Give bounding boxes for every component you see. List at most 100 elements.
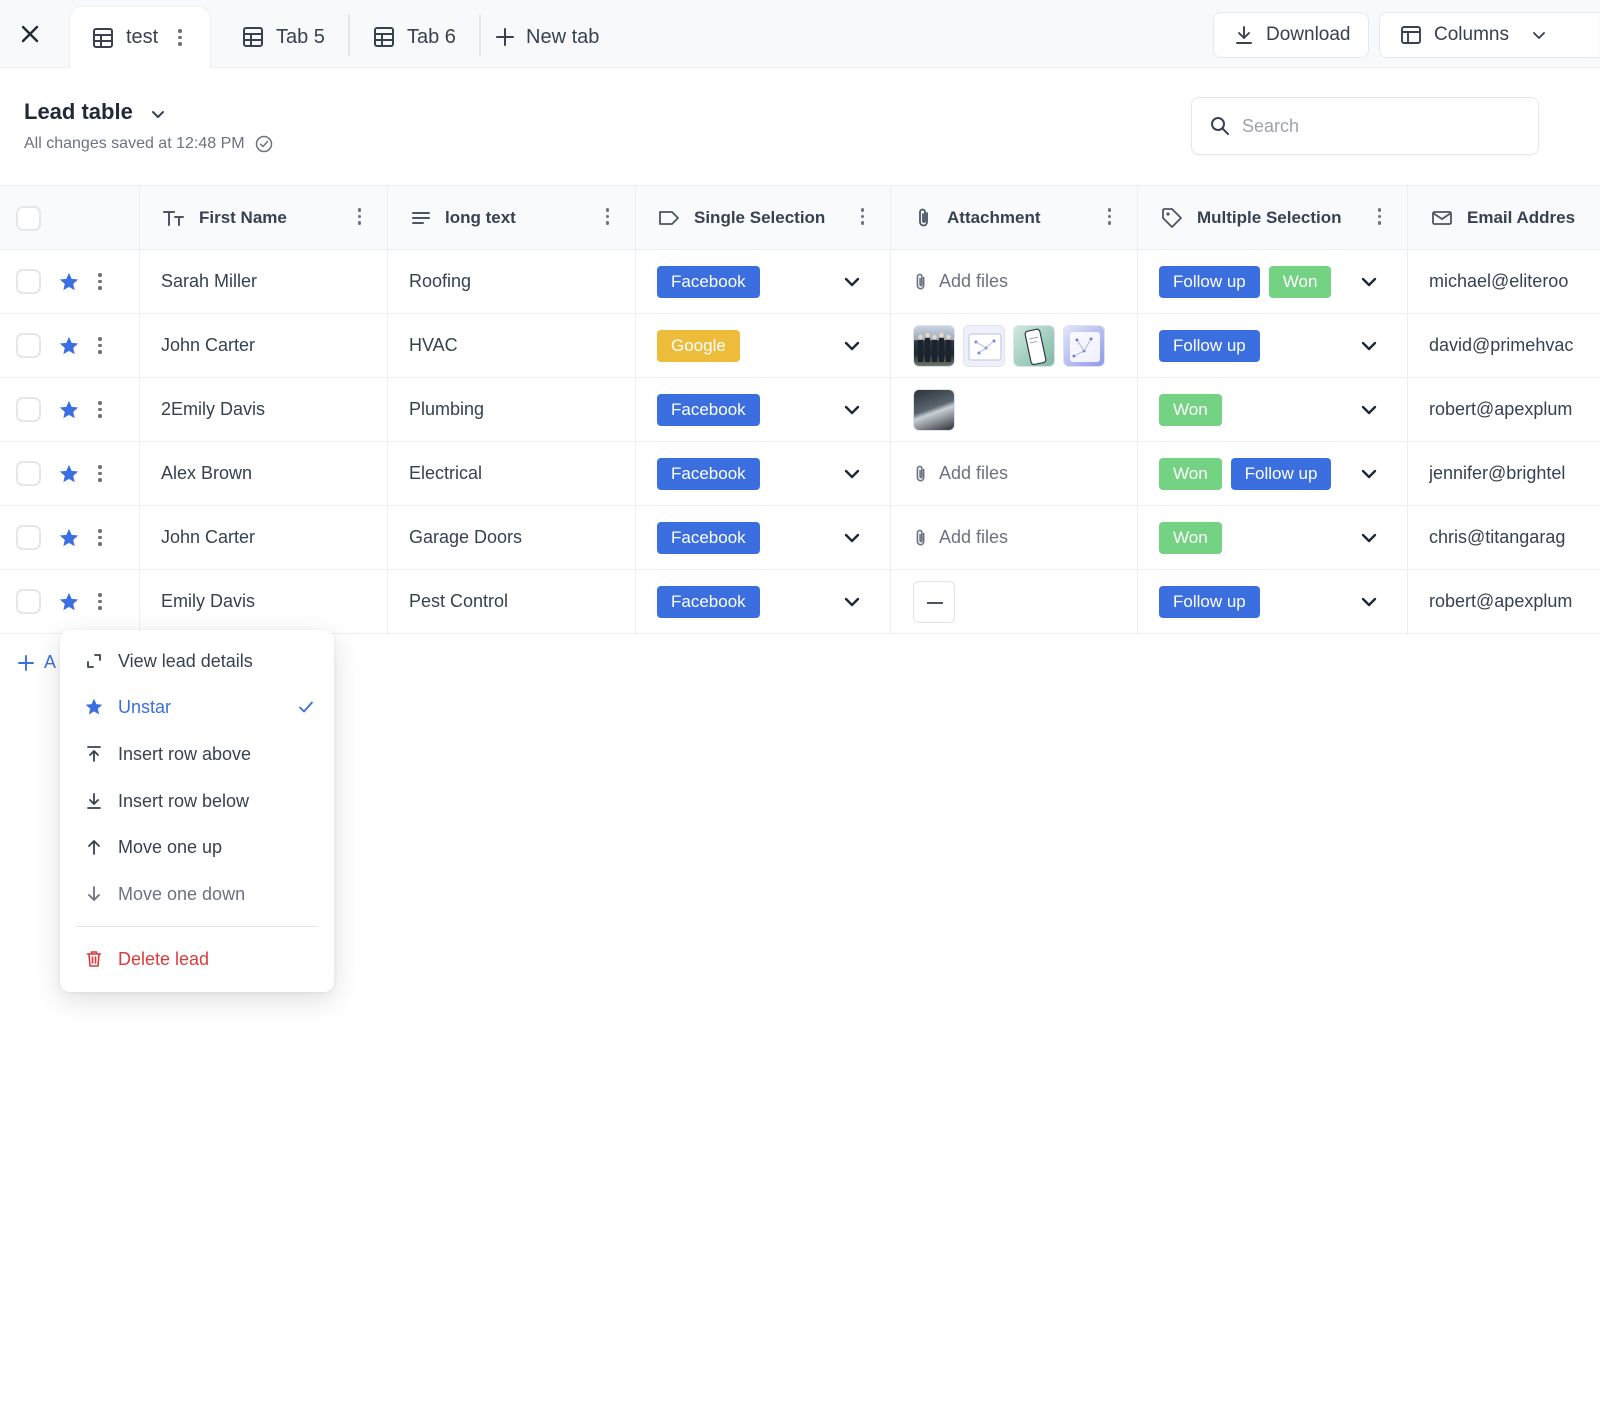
- star-icon[interactable]: [58, 570, 80, 633]
- selection-pill[interactable]: Facebook: [657, 457, 760, 490]
- column-menu-icon[interactable]: [357, 208, 361, 225]
- new-tab-button[interactable]: New tab: [496, 6, 599, 68]
- email-cell[interactable]: jennifer@brightel: [1429, 442, 1600, 505]
- attachment-thumbnail[interactable]: [913, 388, 955, 431]
- selection-pill[interactable]: Facebook: [657, 393, 760, 426]
- tab-menu-icon[interactable]: [178, 29, 182, 46]
- table-row[interactable]: John Carter HVAC Google Follow up david@…: [0, 314, 1600, 378]
- menu-item-insert-row-above[interactable]: Insert row above: [84, 737, 314, 771]
- row-checkbox[interactable]: [16, 269, 41, 294]
- multiple-selection-cell[interactable]: Won Follow up: [1159, 442, 1332, 505]
- long-text-cell[interactable]: HVAC: [409, 314, 458, 377]
- row-menu-icon[interactable]: [98, 570, 102, 633]
- menu-item-unstar[interactable]: Unstar: [84, 690, 314, 724]
- table-row[interactable]: Emily Davis Pest Control Facebook Follow…: [0, 570, 1600, 634]
- star-icon[interactable]: [58, 378, 80, 441]
- menu-item-move-one-down[interactable]: Move one down: [84, 877, 314, 911]
- column-header-single-selection[interactable]: Single Selection: [658, 186, 890, 250]
- first-name-cell[interactable]: 2Emily Davis: [161, 378, 265, 441]
- multiple-selection-cell[interactable]: Follow up: [1159, 570, 1260, 633]
- single-selection-cell[interactable]: Facebook: [657, 250, 760, 313]
- multiple-selection-cell[interactable]: Follow up Won: [1159, 250, 1332, 313]
- email-cell[interactable]: chris@titangarag: [1429, 506, 1600, 569]
- multiple-selection-cell[interactable]: Follow up: [1159, 314, 1260, 377]
- row-menu-icon[interactable]: [98, 506, 102, 569]
- first-name-cell[interactable]: Emily Davis: [161, 570, 255, 633]
- attachment-thumbnail[interactable]: [1063, 324, 1105, 367]
- add-files-button[interactable]: Add files: [913, 463, 1008, 484]
- email-cell[interactable]: robert@apexplum: [1429, 378, 1600, 441]
- row-checkbox[interactable]: [16, 333, 41, 358]
- row-menu-icon[interactable]: [98, 442, 102, 505]
- first-name-cell[interactable]: Sarah Miller: [161, 250, 257, 313]
- column-header-multiple-selection[interactable]: Multiple Selection: [1161, 186, 1407, 250]
- selection-pill[interactable]: Won: [1159, 521, 1222, 554]
- column-menu-icon[interactable]: [1377, 208, 1381, 225]
- table-row[interactable]: Alex Brown Electrical Facebook Add files…: [0, 442, 1600, 506]
- single-selection-cell[interactable]: Facebook: [657, 570, 760, 633]
- email-cell[interactable]: robert@apexplum: [1429, 570, 1600, 633]
- long-text-cell[interactable]: Garage Doors: [409, 506, 522, 569]
- selection-pill[interactable]: Follow up: [1230, 457, 1332, 490]
- tab-test[interactable]: test: [69, 6, 211, 68]
- selection-pill[interactable]: Won: [1268, 265, 1332, 298]
- chevron-down-icon[interactable]: [1357, 398, 1381, 422]
- row-checkbox[interactable]: [16, 461, 41, 486]
- email-cell[interactable]: david@primehvac: [1429, 314, 1600, 377]
- close-icon[interactable]: [14, 18, 46, 50]
- row-checkbox[interactable]: [16, 525, 41, 550]
- tab-6[interactable]: Tab 6: [373, 6, 456, 68]
- download-button[interactable]: Download: [1213, 12, 1369, 58]
- column-header-attachment[interactable]: Attachment: [915, 186, 1137, 250]
- attachment-thumbnail[interactable]: [1013, 324, 1055, 367]
- chevron-down-icon[interactable]: [840, 462, 864, 486]
- attachment-thumbnail[interactable]: [963, 324, 1005, 367]
- attachment-cell[interactable]: Add files: [913, 506, 1008, 569]
- chevron-down-icon[interactable]: [840, 270, 864, 294]
- attachment-cell[interactable]: Add files: [913, 250, 1008, 313]
- selection-pill[interactable]: Facebook: [657, 265, 760, 298]
- tab-5[interactable]: Tab 5: [242, 6, 325, 68]
- first-name-cell[interactable]: John Carter: [161, 506, 255, 569]
- chevron-down-icon[interactable]: [1357, 334, 1381, 358]
- long-text-cell[interactable]: Plumbing: [409, 378, 484, 441]
- column-header-long-text[interactable]: long text: [411, 186, 635, 250]
- table-row[interactable]: 2Emily Davis Plumbing Facebook Won rober…: [0, 378, 1600, 442]
- column-menu-icon[interactable]: [1107, 208, 1111, 225]
- selection-pill[interactable]: Won: [1159, 457, 1222, 490]
- selection-pill[interactable]: Google: [657, 329, 740, 362]
- column-menu-icon[interactable]: [605, 208, 609, 225]
- attachment-cell[interactable]: [913, 570, 963, 633]
- menu-item-move-one-up[interactable]: Move one up: [84, 830, 314, 864]
- attachment-thumbnail[interactable]: [913, 324, 955, 367]
- chevron-down-icon[interactable]: [1357, 462, 1381, 486]
- table-row[interactable]: Sarah Miller Roofing Facebook Add files …: [0, 250, 1600, 314]
- chevron-down-icon[interactable]: [840, 526, 864, 550]
- chevron-down-icon[interactable]: [1357, 526, 1381, 550]
- row-checkbox[interactable]: [16, 397, 41, 422]
- long-text-cell[interactable]: Electrical: [409, 442, 482, 505]
- selection-pill[interactable]: Facebook: [657, 521, 760, 554]
- selection-pill[interactable]: Follow up: [1159, 585, 1260, 618]
- menu-item-insert-row-below[interactable]: Insert row below: [84, 784, 314, 818]
- single-selection-cell[interactable]: Facebook: [657, 506, 760, 569]
- row-menu-icon[interactable]: [98, 250, 102, 313]
- add-files-button[interactable]: Add files: [913, 527, 1008, 548]
- first-name-cell[interactable]: John Carter: [161, 314, 255, 377]
- multiple-selection-cell[interactable]: Won: [1159, 506, 1222, 569]
- add-files-button[interactable]: Add files: [913, 271, 1008, 292]
- attachment-cell[interactable]: [913, 378, 963, 441]
- chevron-down-icon[interactable]: [840, 590, 864, 614]
- multiple-selection-cell[interactable]: Won: [1159, 378, 1222, 441]
- column-header-first-name[interactable]: First Name: [163, 186, 387, 250]
- add-row-button[interactable]: A: [18, 652, 56, 673]
- chevron-down-icon[interactable]: [1357, 590, 1381, 614]
- single-selection-cell[interactable]: Facebook: [657, 442, 760, 505]
- long-text-cell[interactable]: Roofing: [409, 250, 471, 313]
- attachment-thumbnail[interactable]: [913, 580, 955, 623]
- search-input[interactable]: [1242, 115, 1502, 137]
- chevron-down-icon[interactable]: [1357, 270, 1381, 294]
- columns-button[interactable]: Columns: [1379, 12, 1599, 58]
- star-icon[interactable]: [58, 506, 80, 569]
- first-name-cell[interactable]: Alex Brown: [161, 442, 252, 505]
